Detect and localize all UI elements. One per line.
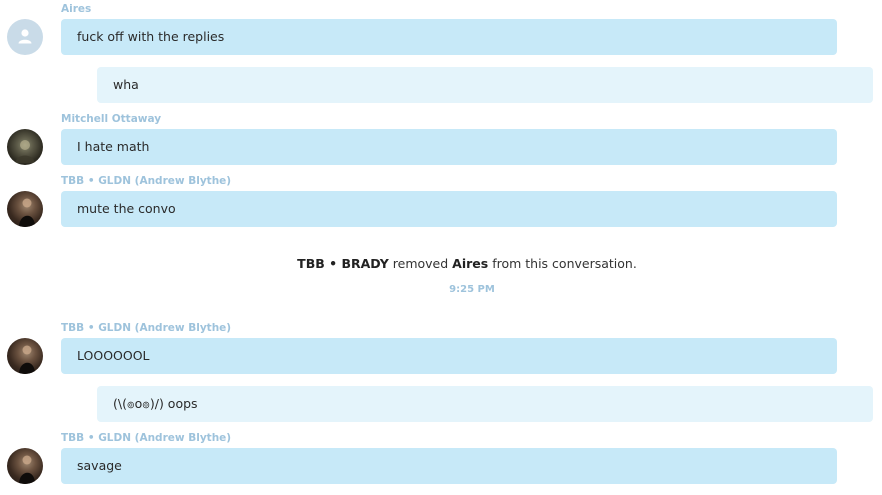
profile-photo <box>19 198 35 227</box>
profile-photo <box>15 140 35 163</box>
avatar[interactable] <box>7 19 43 55</box>
event-target[interactable]: Aires <box>452 256 488 271</box>
avatar[interactable] <box>7 191 43 227</box>
profile-photo <box>19 455 35 484</box>
avatar[interactable] <box>7 448 43 484</box>
event-action: removed <box>392 256 449 271</box>
default-user-icon <box>18 29 32 44</box>
message-bubble[interactable]: fuck off with the replies <box>61 19 837 55</box>
avatar[interactable] <box>7 338 43 374</box>
message-bubble[interactable]: I hate math <box>61 129 837 165</box>
sender-name[interactable]: TBB • GLDN (Andrew Blythe) <box>61 322 231 335</box>
profile-photo <box>19 345 35 374</box>
event-timestamp: 9:25 PM <box>449 284 495 295</box>
event-suffix: from this conversation. <box>492 256 637 271</box>
sender-name[interactable]: Mitchell Ottaway <box>61 113 161 126</box>
message-bubble[interactable]: mute the convo <box>61 191 837 227</box>
chat-transcript: Aires fuck off with the replies wha Mitc… <box>0 0 882 495</box>
sender-name[interactable]: Aires <box>61 3 91 16</box>
message-bubble[interactable]: savage <box>61 448 837 484</box>
system-event: TBB • BRADY removed Aires from this conv… <box>0 256 882 272</box>
event-actor[interactable]: TBB • BRADY <box>297 256 389 271</box>
message-bubble[interactable]: (\(๏o๏)/) oops <box>97 386 873 422</box>
sender-name[interactable]: TBB • GLDN (Andrew Blythe) <box>61 432 231 445</box>
avatar[interactable] <box>7 129 43 165</box>
message-bubble[interactable]: wha <box>97 67 873 103</box>
message-bubble[interactable]: LOOOOOOL <box>61 338 837 374</box>
sender-name[interactable]: TBB • GLDN (Andrew Blythe) <box>61 175 231 188</box>
